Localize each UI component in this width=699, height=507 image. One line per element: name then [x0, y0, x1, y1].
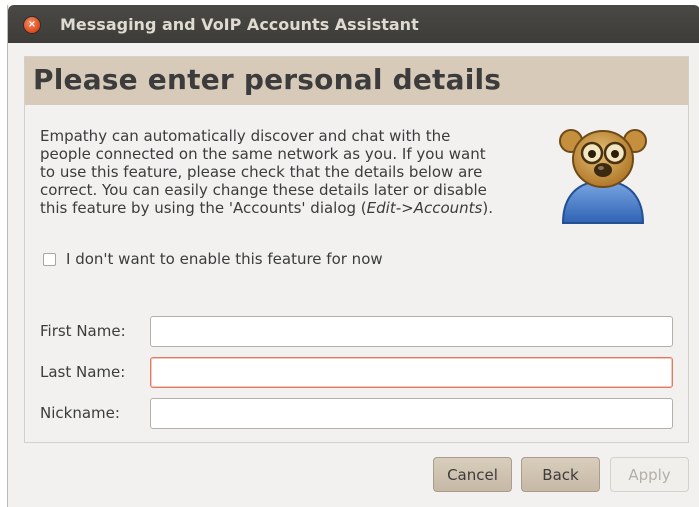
title-bar[interactable]: × Messaging and VoIP Accounts Assistant: [8, 5, 699, 43]
opt-out-row[interactable]: I don't want to enable this feature for …: [43, 249, 383, 269]
opt-out-label[interactable]: I don't want to enable this feature for …: [66, 250, 383, 268]
description-line-4: correct. You can easily change these det…: [40, 181, 487, 199]
last-name-field[interactable]: [150, 357, 673, 388]
first-name-field[interactable]: [150, 316, 673, 347]
page-title: Please enter personal details: [33, 63, 502, 96]
close-icon[interactable]: ×: [24, 17, 40, 33]
page-header: Please enter personal details: [25, 57, 688, 105]
last-name-label: Last Name:: [40, 363, 126, 381]
apply-button[interactable]: Apply: [610, 457, 689, 492]
people-nearby-avatar-icon: [559, 129, 647, 224]
nickname-field[interactable]: [150, 398, 673, 429]
window-title: Messaging and VoIP Accounts Assistant: [60, 15, 419, 34]
description-line-5-suffix: ).: [482, 199, 493, 217]
first-name-label: First Name:: [40, 322, 126, 340]
description-line-3: to use this feature, please check that t…: [40, 163, 483, 181]
opt-out-checkbox[interactable]: [43, 252, 56, 266]
description-line-5-prefix: this feature by using the 'Accounts' dia…: [40, 199, 367, 217]
nickname-label: Nickname:: [40, 404, 120, 422]
description-line-2: people connected on the same network as …: [40, 145, 486, 163]
back-button[interactable]: Back: [521, 457, 600, 492]
cancel-button[interactable]: Cancel: [433, 457, 512, 492]
feature-description: Empathy can automatically discover and c…: [40, 127, 545, 217]
accounts-menu-path: Edit->Accounts: [366, 199, 483, 217]
description-line-1: Empathy can automatically discover and c…: [40, 127, 451, 145]
content-frame: Please enter personal details Empathy ca…: [24, 56, 689, 443]
assistant-window: × Messaging and VoIP Accounts Assistant …: [7, 5, 699, 507]
